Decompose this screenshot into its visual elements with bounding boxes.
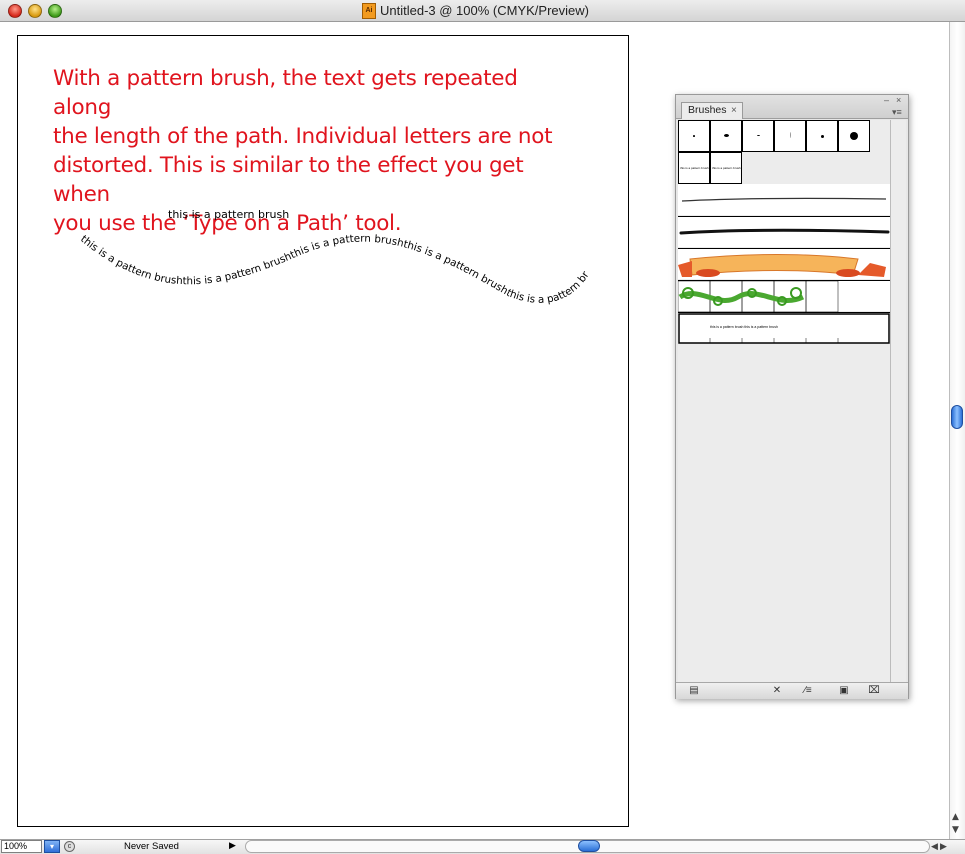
tab-brushes-label: Brushes (688, 104, 727, 116)
art-brush-banner-row[interactable] (678, 248, 890, 279)
scatter-brush-text: this is a pattern brush (712, 166, 741, 170)
panel-menu-icon[interactable]: ▾≡ (892, 107, 902, 118)
scroll-right-arrow-icon[interactable]: ▶ (940, 842, 947, 852)
calligraphic-brush-swatch[interactable] (806, 120, 838, 152)
vine-pattern-brush-preview (677, 280, 839, 313)
zoom-window-button[interactable] (48, 4, 62, 18)
window-titlebar[interactable]: Ai Untitled-3 @ 100% (CMYK/Preview) (0, 0, 965, 22)
brush-tip-icon (757, 135, 760, 136)
artboard[interactable]: With a pattern brush, the text gets repe… (17, 35, 629, 827)
vertical-scroll-thumb[interactable] (951, 405, 963, 429)
description-text[interactable]: With a pattern brush, the text gets repe… (53, 64, 573, 238)
brush-tip-icon (693, 135, 695, 137)
brush-libraries-menu-icon[interactable]: ▤ (684, 685, 704, 697)
brush-tip-icon (821, 135, 824, 138)
calligraphic-brush-swatch[interactable] (742, 120, 774, 152)
description-line: With a pattern brush, the text gets repe… (53, 66, 518, 120)
minimize-window-button[interactable] (28, 4, 42, 18)
brush-tip-icon (850, 132, 858, 140)
panel-toolbar: ▤ ✕ ∕≡ ▣ ⌧ (676, 682, 908, 699)
pattern-brush-sample-text[interactable]: this is a pattern brush (168, 208, 289, 221)
panel-scrollbar[interactable] (890, 120, 906, 682)
art-brush-thin-row[interactable] (678, 184, 890, 215)
document-status-text[interactable]: Never Saved (124, 841, 179, 852)
collapse-panel-icon[interactable]: – (884, 95, 889, 105)
scatter-brush-text: this is a pattern brush (680, 166, 709, 170)
art-brush-charcoal-row[interactable] (678, 216, 890, 247)
tab-brushes[interactable]: Brushes × (681, 102, 743, 119)
new-brush-icon[interactable]: ▣ (836, 685, 852, 697)
illustrator-document-icon: Ai (362, 3, 376, 19)
wave-text-path: this is a pattern brushthis is a pattern… (18, 226, 592, 306)
brush-library[interactable]: this is a pattern brush this is a patter… (677, 120, 890, 682)
description-line: distorted. This is similar to the effect… (53, 153, 524, 207)
charcoal-art-brush-preview (679, 228, 890, 235)
pattern-brush-text-row[interactable]: this is a pattern brush this is a patter… (678, 312, 890, 344)
pattern-row-text: this is a pattern brush this is a patter… (710, 325, 778, 329)
calligraphic-brush-swatch[interactable] (710, 120, 742, 152)
tab-close-icon[interactable]: × (731, 103, 737, 118)
wave-path-text: this is a pattern brushthis is a pattern… (18, 226, 592, 306)
scroll-down-arrow-icon[interactable]: ▼ (952, 825, 959, 835)
vertical-scrollbar[interactable] (949, 22, 965, 839)
brushes-panel[interactable]: Brushes × – × ▾≡ this is a pattern brush… (675, 94, 909, 699)
delete-brush-icon[interactable]: ⌧ (866, 685, 882, 697)
zoom-level-field[interactable]: 100% (1, 840, 42, 853)
scroll-left-arrow-icon[interactable]: ◀ (931, 842, 938, 852)
calligraphic-brush-swatch[interactable] (838, 120, 870, 152)
close-window-button[interactable] (8, 4, 22, 18)
brush-tip-icon (790, 132, 791, 138)
scatter-brush-swatch[interactable]: this is a pattern brush (678, 152, 710, 184)
horizontal-scroll-thumb[interactable] (578, 840, 600, 852)
status-menu-arrow-icon[interactable]: ▶ (229, 840, 236, 851)
scroll-up-arrow-icon[interactable]: ▲ (952, 812, 959, 822)
wavy-pattern-brush-path[interactable]: this is a pattern brushthis is a pattern… (18, 226, 630, 356)
zoom-dropdown-button[interactable]: ▾ (44, 840, 60, 853)
panel-header[interactable]: Brushes × – × ▾≡ (676, 95, 908, 119)
description-line: the length of the path. Individual lette… (53, 124, 553, 149)
window-title: Untitled-3 @ 100% (CMYK/Preview) (380, 3, 589, 18)
scatter-brush-swatch[interactable]: this is a pattern brush (710, 152, 742, 184)
pattern-brush-vine-row[interactable] (677, 280, 890, 313)
banner-art-brush-preview (678, 254, 886, 277)
thin-art-brush-preview (681, 197, 887, 202)
calligraphic-brush-swatch[interactable] (774, 120, 806, 152)
remove-brush-stroke-icon[interactable]: ✕ (768, 685, 786, 697)
brush-tip-icon (724, 134, 729, 137)
close-panel-icon[interactable]: × (896, 95, 901, 105)
brush-options-icon[interactable]: ∕≡ (794, 685, 822, 697)
calligraphic-brush-swatch[interactable] (678, 120, 710, 152)
version-cue-icon[interactable]: c (64, 841, 75, 852)
